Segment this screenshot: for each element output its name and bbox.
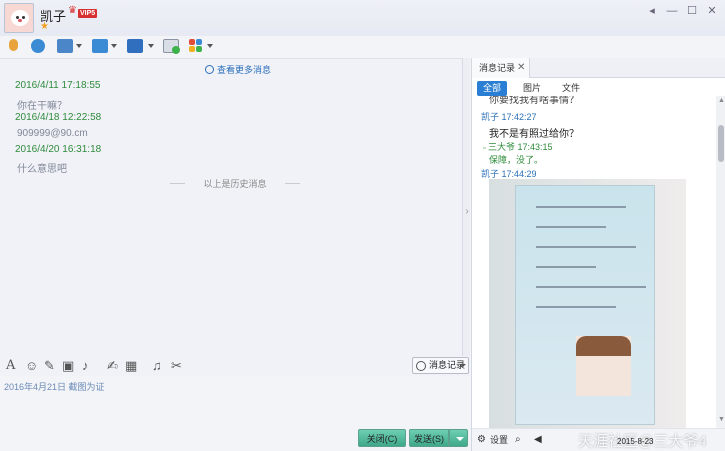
message-history-button[interactable]: 消息记录 (412, 357, 469, 374)
shake-icon[interactable]: ✎ (44, 358, 55, 374)
send-button[interactable]: 发送(S) (409, 429, 449, 447)
maximize-button[interactable]: ☐ (685, 4, 699, 18)
history-tab-bar: 消息记录 ✕ (472, 58, 725, 78)
pin-button[interactable]: ◂ (645, 4, 659, 18)
search-icon[interactable]: ⌕ (515, 434, 521, 446)
tab-message-history[interactable]: 消息记录 ✕ (472, 58, 530, 78)
history-footer: ⚙ 设置 ⌕ ◀ 天涯社区@三大爷4 2015-8-23 (472, 428, 725, 451)
apps-grid-icon[interactable] (189, 38, 215, 56)
emoji-icon[interactable]: ☺ (25, 358, 38, 374)
screenshot-icon[interactable]: ▣ (62, 358, 74, 374)
camera-icon[interactable] (31, 38, 49, 56)
crown-icon: ♛ (68, 5, 77, 16)
message-timestamp: 2016/4/11 17:18:55 (15, 80, 101, 91)
message-sender-time: 凯子 17:42:27 (481, 112, 537, 122)
speaker-icon[interactable]: ◀ (534, 434, 542, 446)
title-bar: 凯子 ♛ VIP5 ★ ◂ — ☐ ✕ (0, 0, 725, 36)
avatar[interactable] (4, 3, 34, 33)
scroll-thumb[interactable] (718, 125, 724, 162)
history-divider: 以上是历史消息 (170, 177, 300, 190)
vip-badge[interactable]: VIP5 (78, 9, 98, 18)
message-text: 什么意思吧 (17, 164, 67, 175)
message-text: 909999@90.cm (17, 128, 88, 139)
history-scrollbar[interactable]: ▲ ▼ (716, 96, 725, 428)
star-icon: ★ (40, 21, 49, 32)
settings-icon[interactable]: ⚙ (477, 434, 486, 446)
message-timestamp: 2016/4/18 12:22:58 (15, 112, 102, 123)
edit-icon[interactable]: ✍ (107, 358, 118, 374)
close-icon[interactable]: ✕ (517, 58, 525, 78)
scroll-down-icon[interactable]: ▼ (718, 416, 725, 423)
font-icon[interactable]: A (6, 358, 15, 374)
scroll-up-icon[interactable]: ▲ (718, 97, 725, 104)
date-label: 2015-8-23 (617, 437, 654, 446)
settings-label[interactable]: 设置 (490, 434, 508, 446)
close-window-button[interactable]: ✕ (705, 4, 719, 18)
collapse-panel-icon[interactable]: › (463, 192, 471, 232)
screen-share-icon[interactable] (57, 38, 83, 56)
chevron-down-icon (460, 364, 466, 367)
filter-files[interactable]: 文件 (556, 81, 586, 96)
chat-toolbar (0, 36, 470, 58)
microphone-icon[interactable] (6, 38, 22, 56)
minimize-button[interactable]: — (665, 4, 679, 18)
folder-transfer-icon[interactable] (92, 38, 118, 56)
message-text: 保障，没了。 (489, 155, 544, 165)
voice-message-icon[interactable]: ♪ (82, 358, 89, 374)
clock-icon (205, 65, 214, 74)
filter-all[interactable]: 全部 (477, 81, 507, 96)
remote-desktop-icon[interactable] (127, 38, 155, 56)
message-text: 我不是有照过给你？ (489, 129, 579, 140)
message-input[interactable]: 2016年4月21日 截图为证 (0, 376, 470, 426)
id-card-image (515, 185, 655, 425)
input-toolbar: A ☺ ✎ ▣ ♪ ✍ ▦ ♫ ✂ 消息记录 (0, 356, 470, 376)
history-messages[interactable]: 你要找我有啥事情？ 凯子 17:42:27 我不是有照过给你？ ▫ 三大爷 17… (472, 96, 716, 428)
chat-history[interactable]: 查看更多消息 2016/4/11 17:18:55 你在干嘛？ 2016/4/1… (0, 58, 470, 356)
filter-images[interactable]: 图片 (517, 81, 547, 96)
more-messages-link[interactable]: 查看更多消息 (205, 63, 271, 76)
scissors-icon[interactable]: ✂ (171, 358, 182, 374)
history-panel: 消息记录 ✕ 全部 图片 文件 你要找我有啥事情？ 凯子 17:42:27 我不… (471, 58, 725, 451)
clock-icon (416, 361, 426, 371)
music-icon[interactable]: ♫ (152, 358, 162, 374)
message-timestamp: 2016/4/20 16:31:18 (15, 144, 102, 155)
close-button[interactable]: 关闭(C) (358, 429, 406, 447)
id-card-photo[interactable] (489, 179, 686, 428)
chevron-down-icon (456, 437, 464, 441)
add-contact-icon[interactable] (163, 38, 181, 56)
image-icon[interactable]: ▦ (125, 358, 137, 374)
message-text: 你在干嘛？ (17, 101, 67, 112)
message-text: 你要找我有啥事情？ (489, 96, 579, 106)
draft-text: 2016年4月21日 截图为证 (4, 382, 105, 392)
send-bar: 关闭(C) 发送(S) (0, 426, 470, 451)
message-sender-time: ▫ 三大爷 17:43:15 (483, 142, 553, 152)
mobile-icon: ▫ (483, 145, 486, 152)
send-options-button[interactable] (449, 429, 468, 447)
